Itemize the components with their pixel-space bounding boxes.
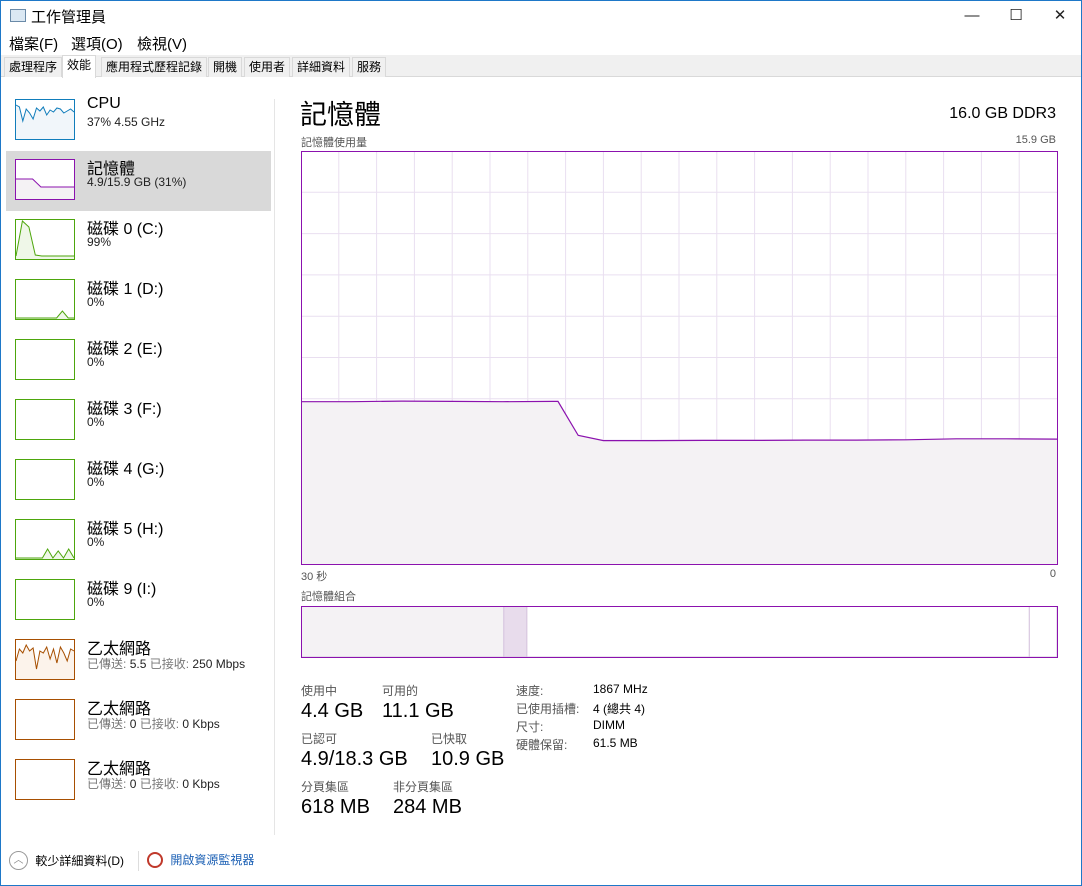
sidebar-item-2[interactable]: 磁碟 0 (C:) 99% [6,211,271,271]
sidebar-thumbnail-graph [15,699,75,740]
sidebar-thumbnail-graph [15,159,75,200]
spec-value: DIMM [593,718,625,732]
resource-monitor-icon [147,851,163,868]
stat-committed: 已認可 4.9/18.3 GB [301,732,408,770]
tab-processes[interactable]: 處理程序 [4,57,63,77]
sidebar-item-5[interactable]: 磁碟 3 (F:) 0% [6,391,271,451]
sidebar-item-6[interactable]: 磁碟 4 (G:) 0% [6,451,271,511]
task-manager-icon [10,9,26,22]
divider [274,99,275,835]
sidebar-item-detail: 已傳送: 5.5 已接收: 250 Mbps [87,657,246,671]
composition-modified [503,606,528,658]
title-bar: 工作管理員 — ☐ ✕ [1,1,1081,31]
sidebar-item-0[interactable]: CPU 37% 4.55 GHz [6,91,271,151]
window-title: 工作管理員 [31,9,107,26]
spec-key: 尺寸: [516,720,544,734]
sidebar-thumbnail-graph [15,279,75,320]
open-resource-monitor-link[interactable]: 開啟資源監視器 [147,851,254,868]
spec-value: 61.5 MB [593,736,638,750]
menu-bar: 檔案(F) 選項(O) 檢視(V) [1,31,1081,53]
sidebar-item-detail: 0% [87,535,105,549]
sidebar-thumbnail-graph [15,459,75,500]
sidebar-item-detail: 0% [87,295,105,309]
sidebar-item-8[interactable]: 磁碟 9 (I:) 0% [6,571,271,631]
usage-label: 記憶體使用量 [301,137,367,149]
chevron-up-icon: ︿ [9,851,28,870]
tab-bar: 處理程序 效能 應用程式歷程記錄 開機 使用者 詳細資料 服務 [1,55,1081,78]
sidebar-thumbnail-graph [15,759,75,800]
stat-available: 可用的 11.1 GB [382,684,454,722]
tab-details[interactable]: 詳細資料 [292,57,351,77]
sidebar-thumbnail-graph [15,339,75,380]
sidebar-thumbnail-graph [15,519,75,560]
maximize-button[interactable]: ☐ [993,1,1039,31]
spec-value: 4 (總共 4) [593,702,646,716]
page-title: 記憶體 [300,100,381,130]
memory-usage-chart [301,151,1058,565]
sidebar-thumbnail-graph [15,219,75,260]
memory-composition-bar[interactable] [301,606,1058,658]
time-right-label: 0 [1049,568,1056,580]
spec-value: 1867 MHz [593,682,648,696]
max-label: 15.9 GB [1015,134,1056,146]
sidebar-item-detail: 已傳送: 0 已接收: 0 Kbps [87,777,220,791]
spec-key: 已使用插槽: [516,702,580,716]
menu-view[interactable]: 檢視(V) [137,33,187,54]
sidebar-item-3[interactable]: 磁碟 1 (D:) 0% [6,271,271,331]
sidebar-thumbnail-graph [15,639,75,680]
sidebar-item-4[interactable]: 磁碟 2 (E:) 0% [6,331,271,391]
stat-in-use: 使用中 4.4 GB [301,684,364,722]
footer-divider [138,851,139,871]
tab-users[interactable]: 使用者 [244,57,291,77]
time-left-label: 30 秒 [301,571,328,583]
sidebar-item-detail: 已傳送: 0 已接收: 0 Kbps [87,717,220,731]
sidebar-item-10[interactable]: 乙太網路 已傳送: 0 已接收: 0 Kbps [6,691,271,751]
sidebar-item-11[interactable]: 乙太網路 已傳送: 0 已接收: 0 Kbps [6,751,271,811]
sidebar-thumbnail-graph [15,399,75,440]
sidebar-item-detail: 0% [87,475,105,489]
close-button[interactable]: ✕ [1037,1,1082,31]
memory-spec: 16.0 GB DDR3 [949,105,1056,122]
sidebar-thumbnail-graph [15,579,75,620]
stat-paged-pool: 分頁集區 618 MB [301,780,370,818]
stat-cached: 已快取 10.9 GB [431,732,505,770]
spec-key: 速度: [516,684,544,698]
tab-app-history[interactable]: 應用程式歷程記錄 [101,57,208,77]
menu-options[interactable]: 選項(O) [71,33,123,54]
sidebar-item-detail: 99% [87,235,112,249]
composition-standby [526,606,1030,658]
composition-free [1028,606,1058,658]
sidebar-item-detail: 37% 4.55 GHz [87,115,166,129]
spec-key: 硬體保留: [516,738,568,752]
sidebar-item-detail: 4.9/15.9 GB (31%) [87,175,187,189]
tab-performance[interactable]: 效能 [62,55,97,78]
tab-services[interactable]: 服務 [352,57,387,77]
menu-file[interactable]: 檔案(F) [9,33,58,54]
sidebar-item-detail: 0% [87,595,105,609]
sidebar-thumbnail-graph [15,99,75,140]
composition-label: 記憶體組合 [301,591,356,603]
sidebar-item-1[interactable]: 記憶體 4.9/15.9 GB (31%) [6,151,271,211]
sidebar-item-7[interactable]: 磁碟 5 (H:) 0% [6,511,271,571]
stat-nonpaged-pool: 非分頁集區 284 MB [393,780,462,818]
fewer-details-button[interactable]: ︿ 較少詳細資料(D) [9,851,124,870]
sidebar-item-detail: 0% [87,415,105,429]
sidebar-item-name: CPU [87,95,121,112]
tab-startup[interactable]: 開機 [208,57,243,77]
minimize-button[interactable]: — [949,1,995,31]
sidebar-item-detail: 0% [87,355,105,369]
composition-in-use [301,606,505,658]
sidebar-item-9[interactable]: 乙太網路 已傳送: 5.5 已接收: 250 Mbps [6,631,271,691]
